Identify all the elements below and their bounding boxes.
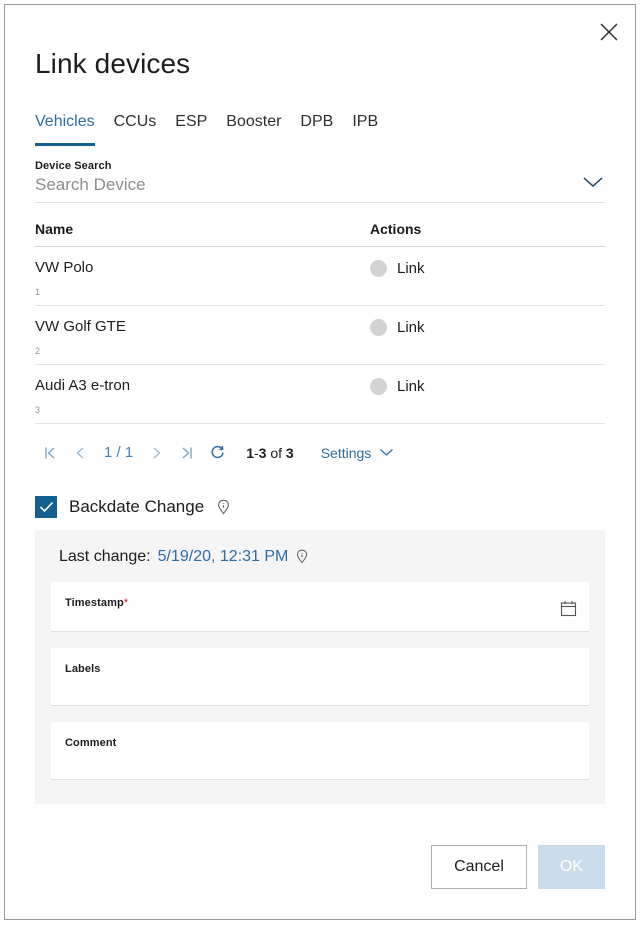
first-page-icon[interactable] xyxy=(35,440,65,466)
last-page-icon[interactable] xyxy=(172,440,202,466)
row-index: 3 xyxy=(35,405,370,415)
column-header-name: Name xyxy=(35,221,370,247)
dialog-footer: Cancel OK xyxy=(5,845,635,919)
link-label: Link xyxy=(397,378,425,395)
link-button[interactable]: Link xyxy=(370,319,425,336)
range-end: 3 xyxy=(259,445,267,461)
range-start: 1 xyxy=(246,445,254,461)
timestamp-field[interactable]: Timestamp* xyxy=(51,582,589,632)
settings-label: Settings xyxy=(321,445,372,461)
backdate-change-checkbox[interactable] xyxy=(35,496,57,518)
result-range: 1-3 of 3 xyxy=(246,445,294,461)
info-icon[interactable] xyxy=(295,549,309,564)
settings-button[interactable]: Settings xyxy=(321,445,395,461)
refresh-icon[interactable] xyxy=(202,440,232,466)
total-count: 3 xyxy=(286,445,294,461)
tab-dpb[interactable]: DPB xyxy=(300,114,333,146)
pagination-bar: 1 / 1 1-3 of 3 xyxy=(35,440,605,466)
timestamp-label: Timestamp xyxy=(65,597,124,609)
device-name-cell: VW Golf GTE 2 xyxy=(35,305,370,364)
last-change-row: Last change: 5/19/20, 12:31 PM xyxy=(51,548,589,566)
link-label: Link xyxy=(397,319,425,336)
of-word: of xyxy=(270,445,282,461)
device-search-field[interactable]: Device Search Search Device xyxy=(35,160,605,203)
device-name: VW Golf GTE xyxy=(35,318,370,335)
table-row: Audi A3 e-tron 3 Link xyxy=(35,364,605,423)
close-icon[interactable] xyxy=(595,18,623,46)
next-page-icon[interactable] xyxy=(142,440,172,466)
info-icon[interactable] xyxy=(216,499,231,515)
backdate-change-label: Backdate Change xyxy=(69,497,204,517)
status-dot-icon xyxy=(370,378,387,395)
link-button[interactable]: Link xyxy=(370,378,425,395)
table-header-row: Name Actions xyxy=(35,221,605,247)
last-change-value: 5/19/20, 12:31 PM xyxy=(158,548,289,566)
table-row: VW Golf GTE 2 Link xyxy=(35,305,605,364)
link-devices-dialog: Link devices Vehicles CCUs ESP Booster D… xyxy=(4,4,636,920)
tab-ipb[interactable]: IPB xyxy=(352,114,378,146)
tab-esp[interactable]: ESP xyxy=(175,114,207,146)
device-action-cell: Link xyxy=(370,246,605,305)
tab-booster[interactable]: Booster xyxy=(226,114,281,146)
device-action-cell: Link xyxy=(370,364,605,423)
device-search-label: Device Search xyxy=(35,160,605,172)
device-name-cell: VW Polo 1 xyxy=(35,246,370,305)
calendar-icon[interactable] xyxy=(560,600,577,622)
chevron-down-icon xyxy=(379,448,394,457)
device-name-cell: Audi A3 e-tron 3 xyxy=(35,364,370,423)
tab-ccus[interactable]: CCUs xyxy=(114,114,157,146)
device-action-cell: Link xyxy=(370,305,605,364)
last-change-label: Last change: xyxy=(59,548,151,566)
column-header-actions: Actions xyxy=(370,221,605,247)
page-title: Link devices xyxy=(5,5,635,80)
cancel-button[interactable]: Cancel xyxy=(431,845,527,889)
tab-vehicles[interactable]: Vehicles xyxy=(35,114,95,146)
table-row: VW Polo 1 Link xyxy=(35,246,605,305)
status-dot-icon xyxy=(370,260,387,277)
device-name: Audi A3 e-tron xyxy=(35,377,370,394)
search-input[interactable]: Search Device xyxy=(35,175,605,195)
backdate-change-row: Backdate Change xyxy=(35,496,605,518)
backdate-panel: Last change: 5/19/20, 12:31 PM Timestamp… xyxy=(35,530,605,804)
tab-bar: Vehicles CCUs ESP Booster DPB IPB xyxy=(5,80,635,146)
ok-button[interactable]: OK xyxy=(538,845,605,889)
previous-page-icon[interactable] xyxy=(65,440,95,466)
page-indicator: 1 / 1 xyxy=(95,444,142,461)
devices-table: Name Actions VW Polo 1 Link xyxy=(35,221,605,424)
comment-label: Comment xyxy=(65,737,116,749)
link-button[interactable]: Link xyxy=(370,260,425,277)
chevron-down-icon[interactable] xyxy=(581,175,605,194)
row-index: 2 xyxy=(35,346,370,356)
labels-label: Labels xyxy=(65,663,100,675)
status-dot-icon xyxy=(370,319,387,336)
row-index: 1 xyxy=(35,287,370,297)
device-name: VW Polo xyxy=(35,259,370,276)
required-marker: * xyxy=(124,597,128,609)
labels-field[interactable]: Labels xyxy=(51,648,589,706)
link-label: Link xyxy=(397,260,425,277)
comment-field[interactable]: Comment xyxy=(51,722,589,780)
